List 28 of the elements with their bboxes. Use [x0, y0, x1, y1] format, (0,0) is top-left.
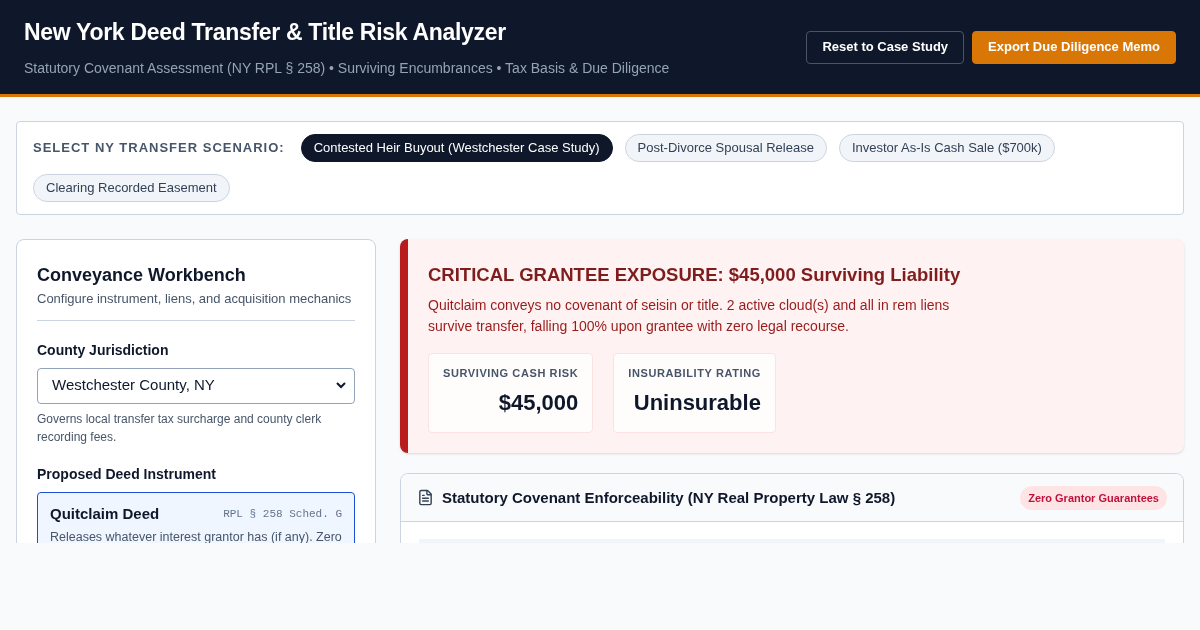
scenario-label: SELECT NY TRANSFER SCENARIO:: [33, 139, 285, 158]
metric-label: INSURABILITY RATING: [628, 365, 761, 381]
scenario-chip[interactable]: Post-Divorce Spousal Release: [624, 134, 827, 162]
county-label: County Jurisdiction: [37, 340, 170, 360]
deed-description: Releases whatever interest grantor has (if any). Zero: [50, 529, 342, 543]
scenario-chip[interactable]: Investor As-Is Cash Sale ($700k): [838, 134, 1055, 162]
metric-value: Uninsurable: [633, 389, 761, 418]
deed-code: RPL § 258 Sched. G: [223, 506, 342, 522]
covenant-badge: Zero Grantor Guarantees: [1020, 485, 1167, 510]
deed-option[interactable]: Quitclaim Deed RPL § 258 Sched. G Releases whatever interest grantor has (if any). Zero: [37, 491, 355, 543]
document-icon: [417, 489, 434, 507]
instrument-label: Proposed Deed Instrument: [37, 464, 217, 484]
workbench-subtitle: Configure instrument, liens, and acquisition mechanics: [37, 290, 353, 308]
workbench-title: Conveyance Workbench: [37, 264, 247, 287]
reset-button[interactable]: Reset to Case Study: [806, 30, 965, 64]
metric-label: SURVIVING CASH RISK: [443, 365, 579, 381]
deed-name: Quitclaim Deed: [50, 503, 160, 524]
alert-title: CRITICAL GRANTEE EXPOSURE: $45,000 Surviving Liability: [428, 263, 962, 287]
app-subtitle: Statutory Covenant Assessment (NY RPL § 258) • Surviving Encumbrances • Tax Basis & Due Diligence: [24, 59, 670, 79]
alert-body: Quitclaim conveys no covenant of seisin or title. 2 active cloud(s) and all in rem liens survive transfer, falling 100% upon grantee with zero legal recourse.: [428, 295, 951, 336]
app-title: New York Deed Transfer & Title Risk Analyzer: [24, 17, 507, 47]
chevron-down-icon: [336, 382, 346, 389]
metric-value: $45,000: [498, 389, 579, 418]
scenario-chip[interactable]: Clearing Recorded Easement: [33, 174, 230, 202]
county-select[interactable]: Westchester County, NY: [37, 367, 355, 404]
county-help: Governs local transfer tax surcharge and county clerk recording fees.: [37, 410, 323, 446]
scenario-chip[interactable]: Contested Heir Buyout (Westchester Case Study): [300, 134, 613, 162]
covenant-title: Statutory Covenant Enforceability (NY Real Property Law § 258): [442, 487, 896, 508]
